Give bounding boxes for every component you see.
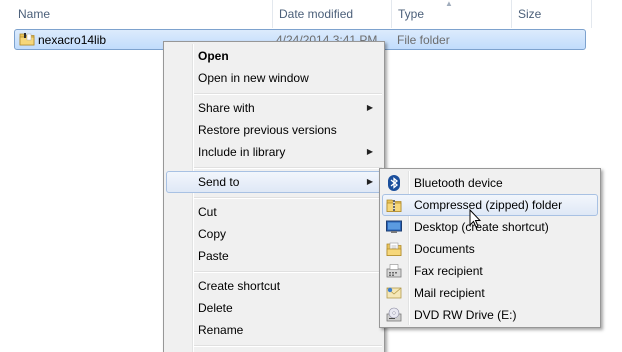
menu-separator: [194, 167, 382, 169]
menu-item-cut-label: Cut: [198, 205, 217, 219]
menu-item-copy-label: Copy: [198, 227, 227, 241]
sort-ascending-icon: ▲: [445, 0, 453, 8]
desktop-icon: [386, 220, 402, 233]
column-header-size-label: Size: [518, 7, 542, 21]
menu-item-delete[interactable]: Delete: [166, 297, 382, 319]
send-to-mail-recipient-label: Mail recipient: [414, 286, 485, 300]
menu-item-delete-label: Delete: [198, 301, 233, 315]
mouse-cursor-icon: [469, 209, 481, 228]
file-name: nexacro14lib: [38, 33, 107, 47]
menu-item-rename-label: Rename: [198, 323, 244, 337]
menu-separator: [194, 197, 382, 199]
column-header-date-modified[interactable]: Date modified: [273, 0, 392, 28]
zip-folder-icon: [386, 199, 402, 212]
menu-item-create-shortcut[interactable]: Create shortcut: [166, 275, 382, 297]
column-header-type-label: Type: [398, 7, 425, 21]
send-to-documents[interactable]: Documents: [382, 238, 598, 260]
mail-icon: [386, 287, 402, 299]
send-to-documents-label: Documents: [414, 242, 475, 256]
menu-item-share-with-label: Share with: [198, 101, 255, 115]
send-to-compressed-folder[interactable]: Compressed (zipped) folder: [382, 194, 598, 216]
send-to-bluetooth-label: Bluetooth device: [414, 176, 503, 190]
submenu-arrow-icon: ▶: [366, 177, 373, 186]
menu-item-copy[interactable]: Copy: [166, 223, 382, 245]
send-to-compressed-folder-label: Compressed (zipped) folder: [414, 198, 563, 212]
menu-item-paste-label: Paste: [198, 249, 229, 263]
menu-item-paste[interactable]: Paste: [166, 245, 382, 267]
send-to-fax-recipient-label: Fax recipient: [414, 264, 483, 278]
menu-separator: [194, 271, 382, 273]
menu-item-cut[interactable]: Cut: [166, 201, 382, 223]
menu-item-share-with[interactable]: Share with ▶: [166, 97, 382, 119]
column-header-name[interactable]: Name: [12, 0, 273, 28]
send-to-dvd-drive[interactable]: DVD RW Drive (E:): [382, 304, 598, 326]
context-menu: Open Open in new window Share with ▶ Res…: [163, 41, 385, 352]
send-to-desktop-label: Desktop (create shortcut): [414, 220, 549, 234]
send-to-submenu: Bluetooth device Compressed (zipped) fol…: [379, 168, 601, 328]
send-to-dvd-drive-label: DVD RW Drive (E:): [414, 308, 517, 322]
column-header-type[interactable]: ▲ Type: [392, 0, 512, 28]
column-header-size[interactable]: Size: [512, 0, 592, 28]
menu-item-create-shortcut-label: Create shortcut: [198, 279, 281, 293]
menu-item-restore-previous-label: Restore previous versions: [198, 123, 337, 137]
menu-item-include-in-library[interactable]: Include in library ▶: [166, 141, 382, 163]
menu-separator: [194, 93, 382, 95]
menu-item-open-label: Open: [198, 49, 229, 63]
menu-separator: [194, 345, 382, 347]
send-to-bluetooth[interactable]: Bluetooth device: [382, 172, 598, 194]
menu-item-rename[interactable]: Rename: [166, 319, 382, 341]
bluetooth-icon: [388, 175, 400, 191]
menu-item-send-to-label: Send to: [198, 175, 240, 189]
column-header-name-label: Name: [18, 7, 51, 21]
fax-icon: [386, 264, 402, 278]
send-to-fax-recipient[interactable]: Fax recipient: [382, 260, 598, 282]
menu-item-open[interactable]: Open: [166, 45, 382, 67]
file-type: File folder: [397, 33, 450, 47]
menu-item-restore-previous[interactable]: Restore previous versions: [166, 119, 382, 141]
send-to-desktop[interactable]: Desktop (create shortcut): [382, 216, 598, 238]
column-header-date-label: Date modified: [279, 7, 354, 21]
folder-icon: [19, 33, 35, 46]
menu-item-open-new-window[interactable]: Open in new window: [166, 67, 382, 89]
documents-icon: [386, 242, 402, 256]
submenu-arrow-icon: ▶: [366, 147, 373, 156]
menu-item-include-in-library-label: Include in library: [198, 145, 286, 159]
submenu-arrow-icon: ▶: [366, 103, 373, 112]
send-to-mail-recipient[interactable]: Mail recipient: [382, 282, 598, 304]
menu-item-open-new-window-label: Open in new window: [198, 71, 309, 85]
dvd-drive-icon: [386, 307, 402, 322]
menu-item-send-to[interactable]: Send to ▶: [166, 171, 382, 193]
